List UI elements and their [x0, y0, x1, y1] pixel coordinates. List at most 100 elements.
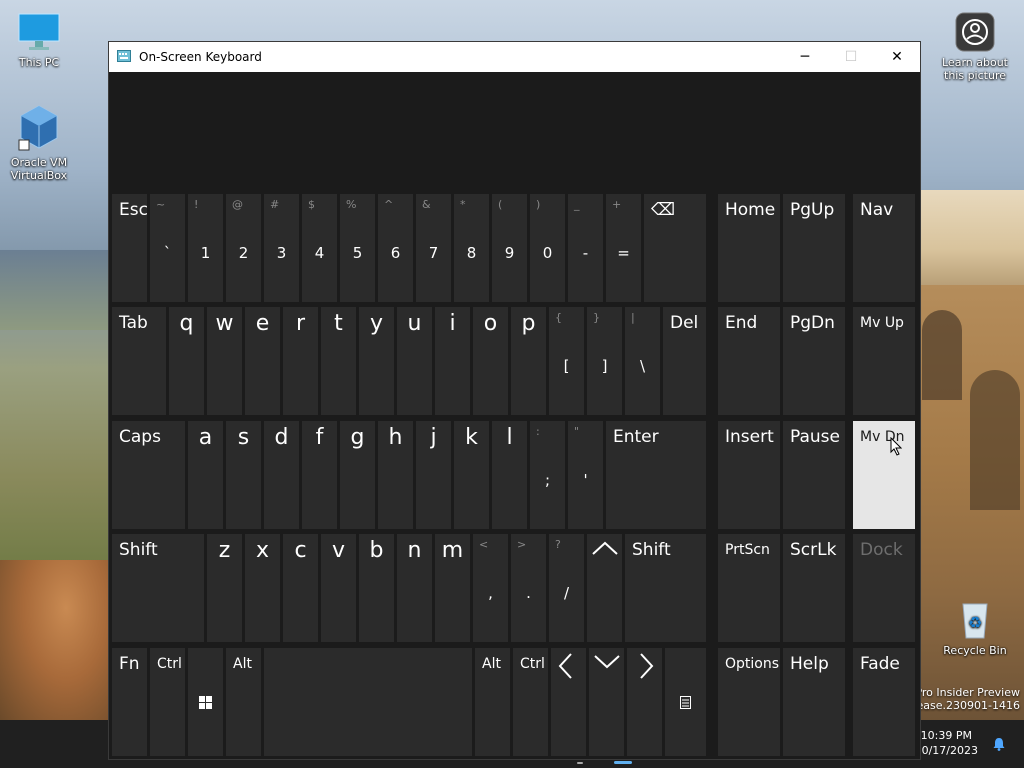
key-scrlk[interactable]: ScrLk — [783, 534, 845, 642]
key-pgdn[interactable]: PgDn — [783, 307, 845, 415]
key-l[interactable]: l — [492, 421, 527, 529]
key-caps[interactable]: Caps — [112, 421, 185, 529]
key-open-bracket[interactable]: {[ — [549, 307, 584, 415]
key-label: 9 — [504, 244, 515, 262]
key-3[interactable]: #3 — [264, 194, 299, 302]
key-right-shift[interactable]: Shift — [625, 534, 706, 642]
key-g[interactable]: g — [340, 421, 375, 529]
key-pause[interactable]: Pause — [783, 421, 845, 529]
key-left-alt[interactable]: Alt — [226, 648, 261, 756]
key-left-shift[interactable]: Shift — [112, 534, 204, 642]
chevron-down-icon — [594, 655, 620, 669]
key-fade[interactable]: Fade — [853, 648, 915, 756]
key-s[interactable]: s — [226, 421, 261, 529]
clock[interactable]: 10:39 PM 10/17/2023 — [915, 728, 978, 758]
key-j[interactable]: j — [416, 421, 451, 529]
key-pgup[interactable]: PgUp — [783, 194, 845, 302]
desktop-icon-virtualbox[interactable]: Oracle VM VirtualBox — [1, 104, 77, 182]
key-period[interactable]: >. — [511, 534, 546, 642]
title-bar[interactable]: On-Screen Keyboard ─ ☐ ✕ — [109, 42, 920, 72]
key-i[interactable]: i — [435, 307, 470, 415]
key-quote[interactable]: " ' — [568, 421, 603, 529]
watermark-line: Pro Insider Preview — [915, 686, 1020, 699]
minimize-button[interactable]: ─ — [782, 42, 828, 72]
key-4[interactable]: $4 — [302, 194, 337, 302]
key-o[interactable]: o — [473, 307, 508, 415]
key-left-ctrl[interactable]: Ctrl — [150, 648, 185, 756]
key-right-alt[interactable]: Alt — [475, 648, 510, 756]
key-k[interactable]: k — [454, 421, 489, 529]
key-shift-label: @ — [232, 198, 243, 211]
key-t[interactable]: t — [321, 307, 356, 415]
key-close-bracket[interactable]: }] — [587, 307, 622, 415]
key-shift-label: : — [536, 425, 540, 438]
key-shift-label: ? — [555, 538, 561, 551]
key-u[interactable]: u — [397, 307, 432, 415]
key-del[interactable]: Del — [663, 307, 706, 415]
key-e[interactable]: e — [245, 307, 280, 415]
key-label: . — [526, 584, 531, 602]
key-1[interactable]: ! 1 — [188, 194, 223, 302]
key-tab[interactable]: Tab — [112, 307, 166, 415]
key-f[interactable]: f — [302, 421, 337, 529]
desktop-icon-learn-about-picture[interactable]: Learn about this picture — [937, 12, 1013, 82]
key-h[interactable]: h — [378, 421, 413, 529]
key-q[interactable]: q — [169, 307, 204, 415]
key-r[interactable]: r — [283, 307, 318, 415]
key-shift-label: $ — [308, 198, 315, 211]
key-p[interactable]: p — [511, 307, 546, 415]
key-9[interactable]: (9 — [492, 194, 527, 302]
key-mv-dn[interactable]: Mv Dn — [853, 421, 915, 529]
desktop-icon-this-pc[interactable]: This PC — [1, 12, 77, 69]
key-5[interactable]: % 5 — [340, 194, 375, 302]
desktop-icon-recycle-bin[interactable]: ♻ Recycle Bin — [937, 598, 1013, 657]
key-enter[interactable]: Enter — [606, 421, 706, 529]
key-up-arrow[interactable] — [587, 534, 622, 642]
key-b[interactable]: b — [359, 534, 394, 642]
key-help[interactable]: Help — [783, 648, 845, 756]
key-right-arrow[interactable] — [627, 648, 662, 756]
key-semicolon[interactable]: :; — [530, 421, 565, 529]
key-options[interactable]: Options — [718, 648, 780, 756]
key-backslash[interactable]: | \ — [625, 307, 660, 415]
key-insert[interactable]: Insert — [718, 421, 780, 529]
key-x[interactable]: x — [245, 534, 280, 642]
key-comma[interactable]: <, — [473, 534, 508, 642]
key-m[interactable]: m — [435, 534, 470, 642]
key-fn[interactable]: Fn — [112, 648, 147, 756]
key-menu[interactable] — [665, 648, 706, 756]
key-7[interactable]: & 7 — [416, 194, 451, 302]
key-nav[interactable]: Nav — [853, 194, 915, 302]
key-backspace[interactable]: ⌫ — [644, 194, 706, 302]
key-left-arrow[interactable] — [551, 648, 586, 756]
close-button[interactable]: ✕ — [874, 42, 920, 72]
key-n[interactable]: n — [397, 534, 432, 642]
key-y[interactable]: y — [359, 307, 394, 415]
key-space[interactable] — [264, 648, 472, 756]
key-label: Home — [725, 200, 776, 220]
key-2[interactable]: @2 — [226, 194, 261, 302]
key-w[interactable]: w — [207, 307, 242, 415]
key-v[interactable]: v — [321, 534, 356, 642]
key-mv-up[interactable]: Mv Up — [853, 307, 915, 415]
key-prtscn[interactable]: PrtScn — [718, 534, 780, 642]
key-8[interactable]: * 8 — [454, 194, 489, 302]
key-0[interactable]: ) 0 — [530, 194, 565, 302]
notification-bell-icon[interactable] — [992, 737, 1006, 751]
key-backtick[interactable]: ~ ` — [150, 194, 185, 302]
key-windows[interactable] — [188, 648, 223, 756]
key-z[interactable]: z — [207, 534, 242, 642]
key-down-arrow[interactable] — [589, 648, 624, 756]
key-a[interactable]: a — [188, 421, 223, 529]
key-home[interactable]: Home — [718, 194, 780, 302]
key-minus[interactable]: _ - — [568, 194, 603, 302]
key-right-ctrl[interactable]: Ctrl — [513, 648, 548, 756]
key-end[interactable]: End — [718, 307, 780, 415]
key-esc[interactable]: Esc — [112, 194, 148, 302]
key-equals[interactable]: + = — [606, 194, 641, 302]
key-6[interactable]: ^ 6 — [378, 194, 413, 302]
key-c[interactable]: c — [283, 534, 318, 642]
key-d[interactable]: d — [264, 421, 299, 529]
key-slash[interactable]: ? / — [549, 534, 584, 642]
key-label: Pause — [790, 427, 840, 447]
